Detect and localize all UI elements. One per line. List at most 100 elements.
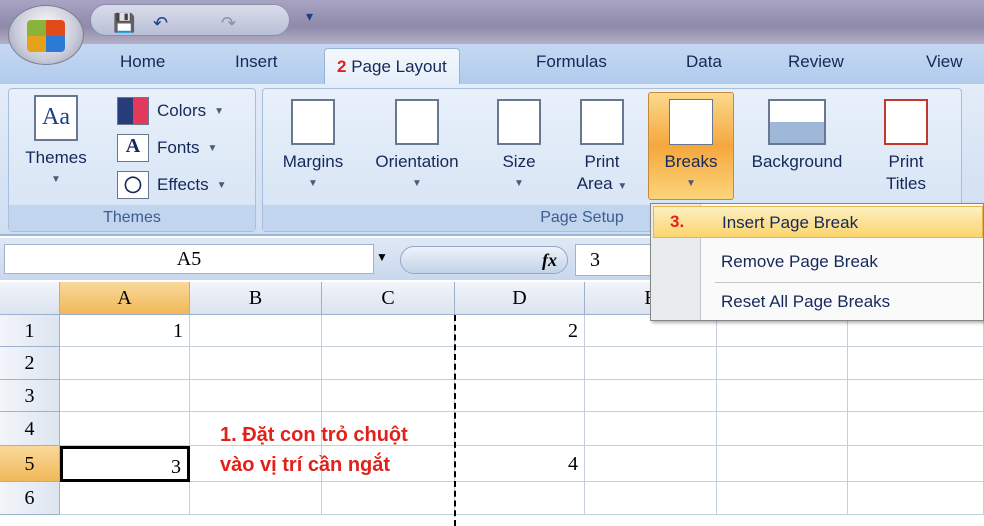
row-header-2[interactable]: 2 [0, 347, 60, 380]
name-box[interactable]: A5 [4, 244, 374, 274]
cell-d5[interactable]: 4 [455, 446, 585, 482]
cell-c1[interactable] [322, 315, 455, 347]
tab-formulas[interactable]: Formulas [536, 52, 607, 72]
cell-d6[interactable] [455, 482, 585, 515]
row-header-1[interactable]: 1 [0, 315, 60, 347]
orientation-button[interactable]: Orientation ▼ [361, 99, 473, 195]
tab-view[interactable]: View [926, 52, 963, 72]
themes-group: Aa Themes ▼ Colors ▼ A Fonts ▼ ◯ Effects ▼ The… [8, 88, 256, 232]
row-header-6[interactable]: 6 [0, 482, 60, 515]
cell-f6[interactable] [717, 482, 848, 515]
customize-icon[interactable]: ▾ [306, 8, 313, 25]
cell-g2[interactable] [848, 347, 984, 380]
annotation-line-2: vào vị trí cần ngắt [220, 454, 391, 476]
tab-insert[interactable]: Insert [235, 52, 278, 72]
column-header-b[interactable]: B [190, 282, 322, 315]
breaks-button[interactable]: Breaks ▼ [648, 92, 734, 200]
insert-function-button[interactable]: fx [400, 246, 568, 274]
cell-f3[interactable] [717, 380, 848, 412]
name-box-dropdown-icon[interactable]: ▼ [376, 250, 388, 264]
print-area-button[interactable]: Print Area ▼ [563, 99, 641, 198]
cell-g3[interactable] [848, 380, 984, 412]
row-header-5[interactable]: 5 [0, 446, 60, 482]
cell-g5[interactable] [848, 446, 984, 482]
cell-g4[interactable] [848, 412, 984, 446]
cell-b1[interactable] [190, 315, 322, 347]
cell-c2[interactable] [322, 347, 455, 380]
tab-home[interactable]: Home [120, 52, 165, 72]
tab-data[interactable]: Data [686, 52, 722, 72]
dropdown-icon: ▼ [617, 181, 628, 192]
margins-icon [291, 99, 335, 145]
office-button[interactable] [8, 5, 84, 65]
column-header-a[interactable]: A [60, 282, 190, 315]
menu-item-insert-page-break[interactable]: 3. Insert Page Break [653, 206, 983, 238]
redo-icon[interactable]: ↷ [221, 13, 236, 34]
quick-access-toolbar: 💾 ↶ ↷ [90, 4, 290, 36]
cell-e6[interactable] [585, 482, 717, 515]
effects-button[interactable]: ◯ Effects ▼ [117, 171, 227, 199]
print-area-label-2: Area [576, 174, 613, 193]
dropdown-icon: ▼ [308, 178, 318, 189]
office-logo-icon [27, 20, 65, 52]
fonts-button[interactable]: A Fonts ▼ [117, 134, 217, 162]
step-3-label: 3. [670, 212, 685, 231]
row-header-3[interactable]: 3 [0, 380, 60, 412]
cell-c6[interactable] [322, 482, 455, 515]
size-label: Size [502, 152, 536, 171]
cell-a1[interactable]: 1 [60, 315, 190, 347]
cell-c3[interactable] [322, 380, 455, 412]
menu-item-reset-all-page-breaks[interactable]: Reset All Page Breaks [721, 292, 890, 312]
save-icon[interactable]: 💾 [113, 13, 135, 34]
cell-f2[interactable] [717, 347, 848, 380]
cell-d2[interactable] [455, 347, 585, 380]
cell-d3[interactable] [455, 380, 585, 412]
margins-button[interactable]: Margins ▼ [273, 99, 353, 195]
breaks-icon [669, 99, 713, 145]
column-header-d[interactable]: D [455, 282, 585, 315]
cell-e2[interactable] [585, 347, 717, 380]
cell-b6[interactable] [190, 482, 322, 515]
breaks-menu: 3. Insert Page Break Remove Page Break R… [650, 203, 984, 321]
themes-button[interactable]: Aa Themes ▼ [15, 95, 97, 191]
print-titles-icon [884, 99, 928, 145]
cell-e5[interactable] [585, 446, 717, 482]
colors-button[interactable]: Colors ▼ [117, 97, 224, 125]
cell-a5[interactable]: 3 [60, 446, 190, 482]
row-header-4[interactable]: 4 [0, 412, 60, 446]
orientation-icon [395, 99, 439, 145]
annotation-step-1: 1. Đặt con trỏ chuột vào vị trí cần ngắt [220, 420, 408, 480]
dropdown-icon: ▼ [207, 142, 218, 154]
column-header-c[interactable]: C [322, 282, 455, 315]
cell-a3[interactable] [60, 380, 190, 412]
cell-g6[interactable] [848, 482, 984, 515]
cell-a4[interactable] [60, 412, 190, 446]
undo-icon[interactable]: ↶ [153, 13, 168, 34]
cell-b2[interactable] [190, 347, 322, 380]
cell-e4[interactable] [585, 412, 717, 446]
printer-icon [580, 99, 624, 145]
cell-d4[interactable] [455, 412, 585, 446]
background-button[interactable]: Background [733, 99, 861, 173]
select-all-corner[interactable] [0, 282, 60, 315]
cell-f4[interactable] [717, 412, 848, 446]
menu-item-label: Insert Page Break [722, 213, 859, 232]
colors-icon [117, 97, 149, 125]
tab-review[interactable]: Review [788, 52, 844, 72]
dropdown-icon: ▼ [214, 105, 225, 117]
menu-item-remove-page-break[interactable]: Remove Page Break [721, 252, 878, 272]
ribbon-tabs: Home Insert 2 Page Layout Formulas Data … [0, 44, 984, 88]
breaks-label: Breaks [664, 152, 718, 171]
cell-a2[interactable] [60, 347, 190, 380]
cell-d1[interactable]: 2 [455, 315, 585, 347]
tab-page-layout[interactable]: 2 Page Layout [324, 48, 460, 88]
dropdown-icon: ▼ [216, 179, 227, 191]
print-titles-button[interactable]: Print Titles [869, 99, 943, 195]
menu-separator [715, 282, 981, 283]
cell-f5[interactable] [717, 446, 848, 482]
size-button[interactable]: Size ▼ [489, 99, 549, 195]
cell-b3[interactable] [190, 380, 322, 412]
cell-a6[interactable] [60, 482, 190, 515]
tab-label: Page Layout [351, 57, 447, 76]
cell-e3[interactable] [585, 380, 717, 412]
